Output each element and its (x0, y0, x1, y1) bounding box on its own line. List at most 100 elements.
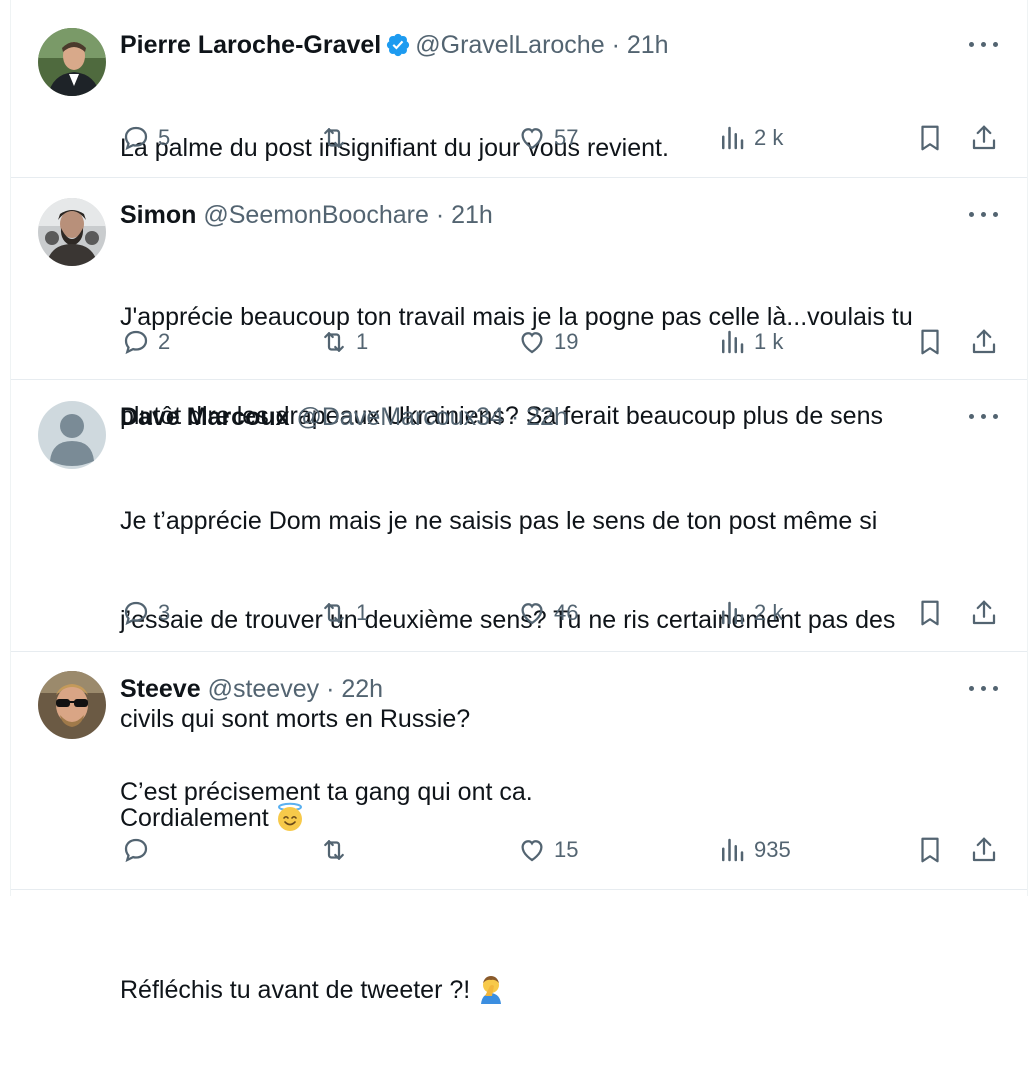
author-handle[interactable]: @steevey (208, 675, 320, 703)
retweet-button[interactable] (319, 120, 356, 156)
like-count: 19 (554, 329, 579, 354)
tweet-actions: 3 1 46 2 k (11, 595, 1027, 631)
like-button[interactable]: 15 (517, 832, 578, 868)
reply-count: 3 (158, 600, 171, 625)
avatar[interactable] (38, 198, 106, 266)
separator: · (326, 675, 335, 703)
analytics-icon (722, 601, 744, 625)
separator: · (510, 403, 520, 431)
reply-count: 2 (158, 329, 171, 354)
heart-icon (521, 840, 543, 862)
author-handle[interactable]: @SeemonBoochare (203, 201, 429, 229)
avatar[interactable] (38, 401, 106, 469)
author-handle[interactable]: @GravelLaroche (415, 31, 604, 59)
separator: · (611, 31, 620, 59)
heart-icon (521, 332, 543, 354)
share-button[interactable] (969, 832, 999, 868)
author-handle[interactable]: @DaveMarcoux34 (296, 403, 503, 431)
share-icon (972, 329, 996, 354)
tweet-actions: 5 57 2 k (11, 120, 1027, 156)
tweet-text: C’est précisement ta gang qui ont ca. Ré… (120, 710, 533, 1073)
share-button[interactable] (969, 324, 999, 360)
like-count: 15 (554, 837, 579, 862)
tweet-header: Dave Marcoux @DaveMarcoux34 · 22h (120, 401, 568, 433)
retweet-icon (324, 128, 344, 148)
retweet-icon (324, 840, 344, 860)
tweet-header: Pierre Laroche-Gravel @GravelLaroche · 21… (120, 29, 669, 61)
bookmark-button[interactable] (915, 595, 945, 631)
bookmark-icon (921, 837, 939, 863)
share-button[interactable] (969, 595, 999, 631)
analytics-icon (722, 126, 744, 150)
views-button[interactable]: 935 (717, 832, 791, 868)
retweet-icon (324, 603, 344, 623)
retweet-count: 1 (356, 329, 369, 354)
tweet-text-line-with-emoji: Réfléchis tu avant de tweeter ?! (120, 974, 533, 1007)
tweet[interactable]: Pierre Laroche-Gravel @GravelLaroche · 21… (11, 0, 1027, 178)
author-name[interactable]: Simon (120, 201, 196, 229)
share-button[interactable] (969, 120, 999, 156)
views-button[interactable]: 1 k (717, 324, 783, 360)
avatar[interactable] (38, 28, 106, 96)
heart-icon (521, 128, 543, 150)
reply-icon (124, 601, 148, 626)
tweet-text-line: C’est précisement ta gang qui ont ca. (120, 778, 533, 806)
heart-icon (521, 603, 543, 625)
more-options-icon[interactable] (969, 414, 999, 422)
author-name[interactable]: Dave Marcoux (120, 403, 290, 431)
bookmark-button[interactable] (915, 832, 945, 868)
author-name[interactable]: Pierre Laroche-Gravel (120, 31, 381, 59)
reply-button[interactable]: 2 (121, 324, 170, 360)
tweet[interactable]: Steeve @steevey · 22h C’est précisement … (11, 652, 1027, 1004)
like-count: 46 (554, 600, 579, 625)
like-button[interactable]: 46 (517, 595, 578, 631)
view-count: 2 k (754, 600, 784, 625)
reply-icon (124, 330, 148, 355)
tweet-text-line (120, 875, 533, 908)
view-count: 935 (754, 837, 791, 862)
retweet-button[interactable]: 1 (319, 324, 368, 360)
avatar[interactable] (38, 671, 106, 739)
timestamp[interactable]: 21h (451, 201, 493, 229)
reply-feed: Pierre Laroche-Gravel @GravelLaroche · 21… (10, 0, 1028, 1004)
tweet-text-line: Je t’apprécie Dom mais je ne saisis pas … (120, 507, 878, 535)
timestamp[interactable]: 22h (526, 403, 568, 431)
retweet-icon (324, 332, 344, 352)
tweet-header: Steeve @steevey · 22h (120, 673, 383, 705)
tweet[interactable]: Dave Marcoux @DaveMarcoux34 · 22h Je t’a… (11, 380, 1027, 832)
bookmark-icon (921, 329, 939, 355)
like-button[interactable]: 57 (517, 120, 578, 156)
more-options-icon[interactable] (969, 212, 999, 220)
share-icon (972, 125, 996, 150)
analytics-icon (722, 330, 744, 354)
views-button[interactable]: 2 k (717, 120, 783, 156)
reply-button[interactable]: 3 (121, 595, 170, 631)
view-count: 2 k (754, 125, 784, 150)
analytics-icon (722, 838, 744, 862)
reply-icon (124, 838, 148, 863)
tweet[interactable]: Simon @SeemonBoochare · 21h J'apprécie b… (11, 178, 1027, 430)
bookmark-button[interactable] (915, 120, 945, 156)
reply-count: 5 (158, 125, 171, 150)
reply-button[interactable]: 5 (121, 120, 170, 156)
reply-icon (124, 126, 148, 151)
more-options-icon[interactable] (969, 42, 999, 50)
timestamp[interactable]: 21h (627, 31, 669, 59)
tweet-actions: 2 1 19 1 k (11, 324, 1027, 360)
author-name[interactable]: Steeve (120, 675, 201, 703)
tweet-text-line: Réfléchis tu avant de tweeter ?! (120, 976, 471, 1004)
tweet-header: Simon @SeemonBoochare · 21h (120, 199, 493, 231)
like-button[interactable]: 19 (517, 324, 578, 360)
timestamp[interactable]: 22h (341, 675, 383, 703)
like-count: 57 (554, 125, 579, 150)
more-options-icon[interactable] (969, 686, 999, 694)
view-count: 1 k (754, 329, 784, 354)
bookmark-icon (921, 600, 939, 626)
retweet-button[interactable] (319, 832, 356, 868)
views-button[interactable]: 2 k (717, 595, 783, 631)
bookmark-button[interactable] (915, 324, 945, 360)
tweet-actions: 15 935 (11, 832, 1027, 868)
bookmark-icon (921, 125, 939, 151)
reply-button[interactable] (121, 832, 158, 868)
retweet-button[interactable]: 1 (319, 595, 368, 631)
